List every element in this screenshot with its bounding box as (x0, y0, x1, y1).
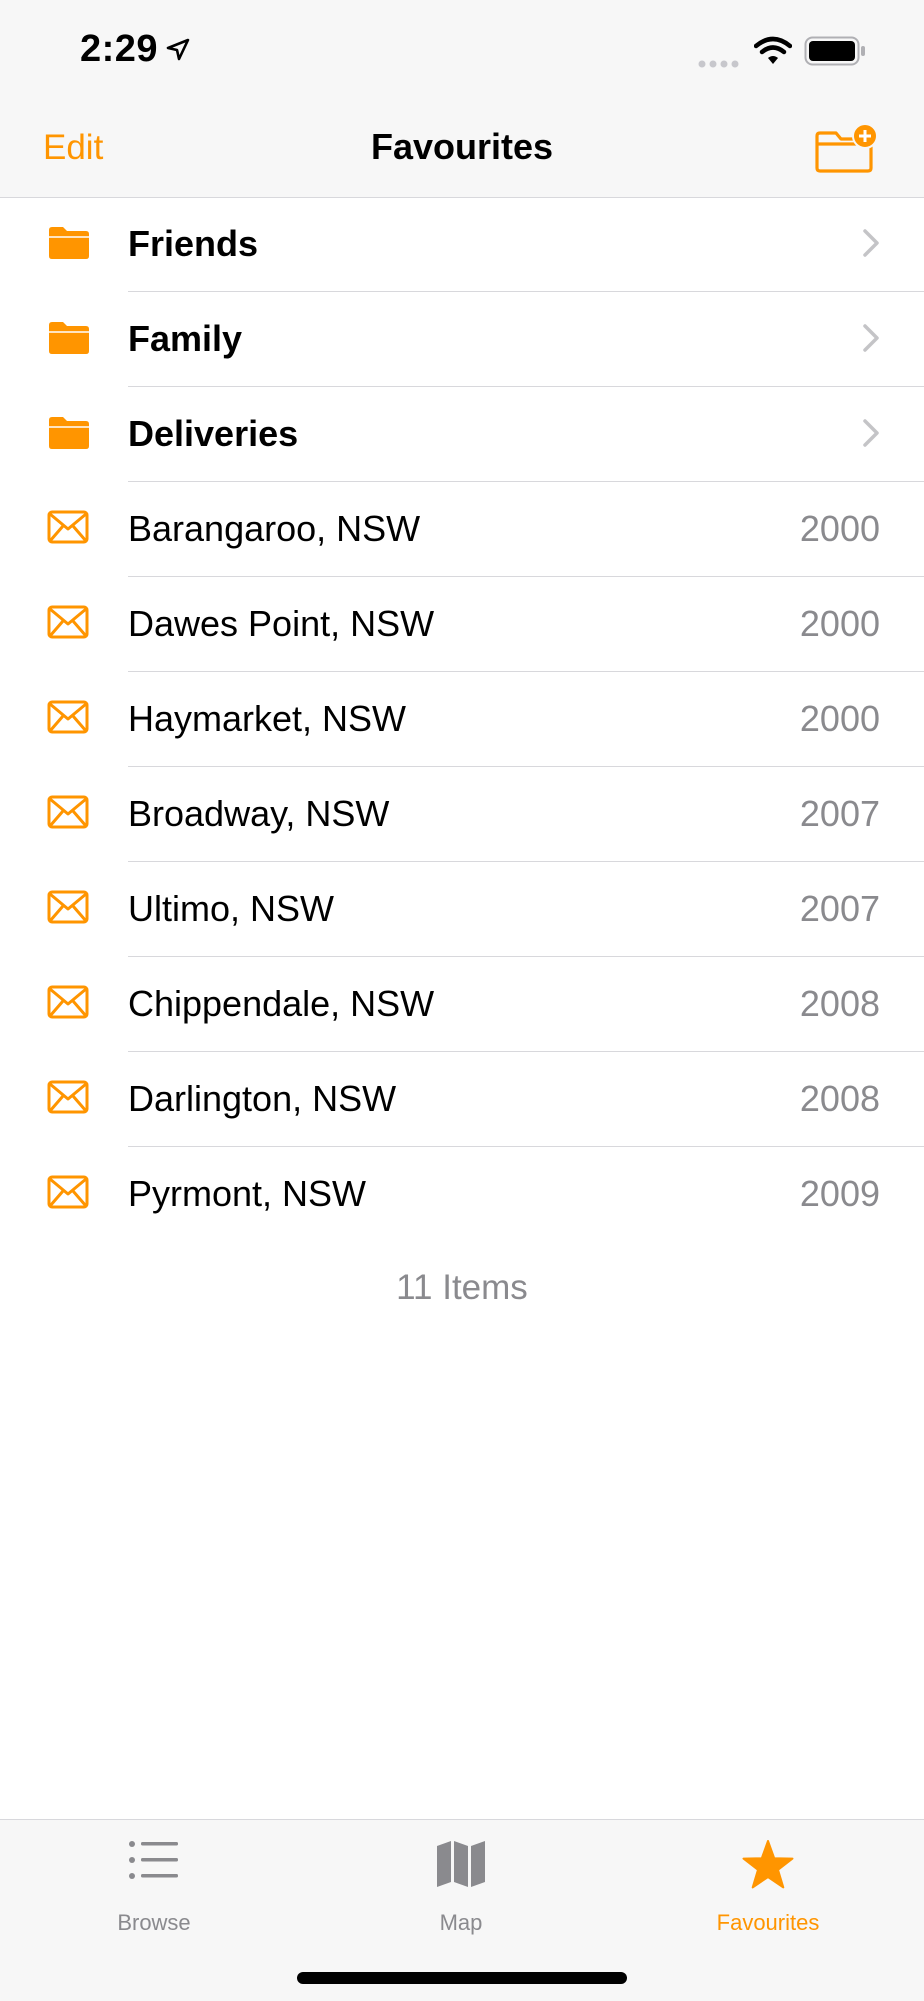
postcode: 2007 (799, 888, 880, 929)
postcode: 2008 (799, 1078, 880, 1119)
place-row[interactable]: Chippendale, NSW 2008 (0, 957, 924, 1052)
folder-icon (47, 320, 91, 361)
tab-label: Map (439, 1910, 483, 1935)
status-time: 2:29 (80, 28, 159, 70)
star-icon (658, 1840, 878, 1895)
place-row[interactable]: Pyrmont, NSW 2009 (0, 1147, 924, 1242)
place-label: Broadway, NSW (128, 793, 390, 834)
folder-label: Family (128, 318, 243, 359)
chevron-right-icon (862, 228, 880, 263)
place-label: Dawes Point, NSW (128, 603, 435, 644)
envelope-icon (47, 1080, 89, 1119)
envelope-icon (47, 510, 89, 549)
place-label: Ultimo, NSW (128, 888, 334, 929)
folder-row-deliveries[interactable]: Deliveries (0, 387, 924, 482)
place-row[interactable]: Ultimo, NSW 2007 (0, 862, 924, 957)
items-count: 11 Items (396, 1268, 528, 1307)
envelope-icon (47, 795, 89, 834)
envelope-icon (47, 1175, 89, 1214)
wifi-icon (753, 36, 793, 71)
folder-row-friends[interactable]: Friends (0, 197, 924, 292)
place-row[interactable]: Dawes Point, NSW 2000 (0, 577, 924, 672)
tab-label: Favourites (716, 1910, 820, 1935)
envelope-icon (47, 700, 89, 739)
place-row[interactable]: Broadway, NSW 2007 (0, 767, 924, 862)
place-label: Barangaroo, NSW (128, 508, 421, 549)
envelope-icon (47, 985, 89, 1024)
postcode: 2000 (799, 603, 880, 644)
postcode: 2009 (799, 1173, 880, 1214)
home-indicator[interactable] (297, 1972, 627, 1984)
postcode: 2008 (799, 983, 880, 1024)
battery-icon (804, 36, 866, 71)
map-icon (351, 1840, 571, 1893)
new-folder-button[interactable] (814, 122, 878, 179)
chevron-right-icon (862, 418, 880, 453)
status-bar: 2:29 (0, 0, 924, 100)
folder-icon (47, 415, 91, 456)
folder-plus-icon (815, 123, 878, 173)
tab-map[interactable]: Map (351, 1820, 571, 1940)
cellular-signal-icon (698, 56, 742, 74)
envelope-icon (47, 605, 89, 644)
favourites-list: Friends Family Deliveries Barangaroo, NS… (0, 197, 924, 1242)
postcode: 2007 (799, 793, 880, 834)
place-row[interactable]: Haymarket, NSW 2000 (0, 672, 924, 767)
tab-browse[interactable]: Browse (44, 1820, 264, 1940)
folder-label: Deliveries (128, 413, 299, 454)
place-label: Darlington, NSW (128, 1078, 397, 1119)
place-row[interactable]: Darlington, NSW 2008 (0, 1052, 924, 1147)
tab-label: Browse (117, 1910, 191, 1935)
place-row[interactable]: Barangaroo, NSW 2000 (0, 482, 924, 577)
chevron-right-icon (862, 323, 880, 358)
location-arrow-icon (166, 38, 190, 67)
page-title: Favourites (370, 126, 554, 167)
place-label: Pyrmont, NSW (128, 1173, 367, 1214)
folder-row-family[interactable]: Family (0, 292, 924, 387)
list-icon (44, 1840, 264, 1885)
postcode: 2000 (799, 508, 880, 549)
folder-icon (47, 225, 91, 266)
place-label: Chippendale, NSW (128, 983, 435, 1024)
envelope-icon (47, 890, 89, 929)
place-label: Haymarket, NSW (128, 698, 407, 739)
postcode: 2000 (799, 698, 880, 739)
navigation-bar: Edit Favourites (0, 100, 924, 198)
tab-favourites[interactable]: Favourites (658, 1820, 878, 1940)
folder-label: Friends (128, 223, 259, 264)
